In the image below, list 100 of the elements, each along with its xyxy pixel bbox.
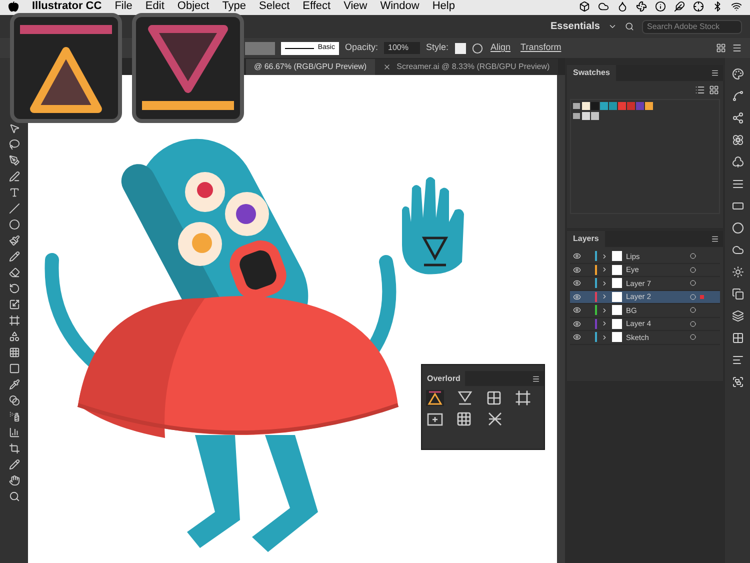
layers-icon[interactable] [732, 310, 744, 322]
panel-button[interactable]: Transform [518, 41, 564, 55]
color-swatch[interactable] [645, 102, 653, 110]
menu-item[interactable]: Type [222, 1, 246, 12]
color-swatch[interactable] [591, 102, 599, 110]
scrollbar[interactable] [557, 75, 565, 563]
feather-icon[interactable] [674, 1, 685, 12]
flower-icon[interactable] [732, 134, 744, 146]
eraser-icon[interactable] [8, 267, 20, 278]
target-icon[interactable] [690, 320, 696, 327]
pen-icon[interactable] [8, 155, 20, 166]
pen-line-icon[interactable] [8, 171, 20, 182]
scale-icon[interactable] [8, 299, 20, 310]
box-icon[interactable] [579, 1, 590, 12]
droplet-icon[interactable] [617, 1, 628, 12]
grid-icon[interactable] [8, 347, 20, 358]
fill-swatch[interactable] [245, 42, 275, 54]
fan-icon[interactable] [636, 1, 647, 12]
color-swatch[interactable] [600, 102, 608, 110]
frame-icon[interactable] [515, 390, 532, 406]
crop-icon[interactable] [8, 443, 20, 454]
eye-icon[interactable] [573, 279, 581, 288]
close-icon[interactable] [382, 63, 391, 71]
menu-item[interactable]: View [344, 1, 368, 12]
opacity-field[interactable]: 100% [384, 42, 420, 54]
triangle-bar-icon[interactable] [426, 390, 444, 406]
panel-button[interactable]: Align [488, 41, 513, 55]
pencil-icon[interactable] [8, 459, 20, 470]
rotate-icon[interactable] [8, 283, 20, 294]
menu-item[interactable]: File [114, 1, 132, 12]
menu-icon[interactable] [711, 235, 719, 243]
pencil-icon[interactable] [8, 251, 20, 262]
sun-icon[interactable] [732, 266, 744, 278]
color-swatch[interactable] [582, 112, 590, 120]
target-icon[interactable] [690, 307, 696, 314]
crossed-lines-icon[interactable] [486, 411, 504, 427]
workspace-switcher[interactable]: Essentials [550, 19, 600, 34]
bluetooth-icon[interactable] [712, 1, 723, 12]
target-icon[interactable] [690, 280, 696, 286]
target-icon[interactable] [690, 253, 696, 260]
document-tab[interactable]: Screamer.ai @ 8.33% (RGB/GPU Preview) [374, 59, 558, 75]
menu-item[interactable]: Object [177, 1, 210, 12]
line-icon[interactable] [8, 203, 20, 214]
palette-icon[interactable] [732, 68, 744, 80]
bar-chart-icon[interactable] [8, 427, 20, 438]
hand-icon[interactable] [8, 475, 20, 486]
shapes-icon[interactable] [8, 331, 20, 342]
panel-tab[interactable]: Swatches [567, 65, 616, 81]
eye-icon[interactable] [573, 252, 581, 260]
menu-icon[interactable] [711, 69, 719, 77]
wifi-icon[interactable] [731, 1, 742, 12]
grid-icon[interactable] [732, 332, 744, 344]
info-icon[interactable] [655, 1, 666, 12]
eye-icon[interactable] [573, 292, 581, 301]
color-swatch[interactable] [582, 102, 590, 110]
chevron-down-icon[interactable] [608, 22, 617, 31]
lines-icon[interactable] [732, 178, 744, 190]
inverted-triangle-icon[interactable] [456, 390, 474, 406]
menu-item[interactable]: Help [432, 1, 455, 12]
apple-icon[interactable] [8, 1, 19, 12]
menu-icon[interactable] [732, 43, 742, 53]
color-swatch[interactable] [609, 102, 617, 110]
search-field[interactable]: Search Adobe Stock [642, 20, 742, 34]
eye-icon[interactable] [573, 306, 581, 314]
panel-tab[interactable]: Overlord [422, 371, 466, 386]
arrow-icon[interactable] [8, 123, 20, 134]
color-swatch[interactable] [618, 102, 626, 110]
cloud-icon[interactable] [598, 1, 609, 12]
target-icon[interactable] [690, 266, 696, 273]
app-name[interactable]: Illustrator CC [32, 1, 102, 12]
circle-icon[interactable] [732, 222, 744, 234]
cloud-icon[interactable] [732, 244, 744, 256]
eye-icon[interactable] [573, 333, 581, 342]
club-icon[interactable] [732, 156, 744, 168]
group-icon[interactable] [732, 376, 744, 388]
menu-item[interactable]: Window [380, 1, 420, 12]
lasso-icon[interactable] [8, 139, 20, 150]
grid-view-icon[interactable] [709, 85, 719, 95]
color-swatch[interactable] [636, 102, 644, 110]
grid-icon[interactable] [716, 43, 726, 53]
list-view-icon[interactable] [695, 85, 705, 95]
grid-icon[interactable] [486, 390, 502, 406]
ellipse-icon[interactable] [8, 219, 20, 230]
align-left-icon[interactable] [732, 354, 744, 366]
style-swatch[interactable] [454, 42, 466, 54]
color-swatch[interactable] [591, 112, 599, 120]
checker-icon[interactable] [456, 411, 472, 427]
frame-icon[interactable] [8, 315, 20, 326]
menu-item[interactable]: Effect [302, 1, 331, 12]
document-tab[interactable]: @ 66.67% (RGB/GPU Preview) [246, 59, 375, 75]
menu-item[interactable]: Edit [145, 1, 164, 12]
eye-icon[interactable] [573, 266, 581, 274]
target-icon[interactable] [690, 334, 696, 340]
panel-tab[interactable]: Layers [567, 231, 605, 247]
menu-item[interactable]: Select [259, 1, 290, 12]
menu-icon[interactable] [532, 374, 540, 382]
eye-icon[interactable] [573, 320, 581, 328]
blend-icon[interactable] [8, 395, 20, 406]
zoom-icon[interactable] [8, 491, 20, 502]
nodes-icon[interactable] [732, 112, 744, 124]
